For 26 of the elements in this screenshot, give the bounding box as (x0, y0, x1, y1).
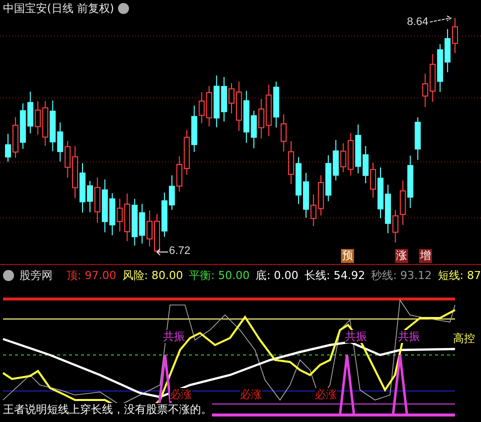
price-label: 6.72 (169, 245, 190, 257)
chart-label: 高控 (453, 332, 475, 345)
price-label: 8.64 (407, 16, 428, 28)
dropdown-icon[interactable] (118, 3, 130, 14)
arrow-icon (430, 16, 452, 22)
chart-label: 必涨 (315, 388, 337, 401)
chart-label: 共振 (163, 330, 185, 343)
arrow-icon (156, 248, 168, 256)
indicator-value: 平衡: 50.00 (188, 268, 250, 282)
chart-label: 必涨 (240, 388, 262, 401)
indicator-value: 秒线: 93.12 (371, 268, 432, 282)
note-text: 王者说明短线上穿长线，没有股票不涨的。 (3, 403, 212, 417)
chart-label: 共振 (345, 330, 367, 343)
indicator-value: 风险: 80.00 (122, 268, 183, 282)
indicator-value: 顶: 97.00 (66, 268, 116, 282)
dropdown-icon[interactable] (3, 270, 14, 280)
indicator-name: 股旁网 (20, 268, 53, 282)
signal-marker: 预 (341, 249, 354, 263)
chart-label: 共振 (398, 330, 420, 343)
indicator-value: 底: 0.00 (256, 268, 298, 282)
indicator-value: 长线: 54.92 (304, 268, 366, 282)
chart-title: 中国宝安(日线 前复权) (3, 1, 114, 16)
indicator-value: 短线: 87 (438, 268, 481, 282)
signal-marker: 增 (419, 249, 432, 263)
signal-marker: 涨 (395, 249, 408, 263)
chart-label: 必涨 (170, 388, 192, 401)
